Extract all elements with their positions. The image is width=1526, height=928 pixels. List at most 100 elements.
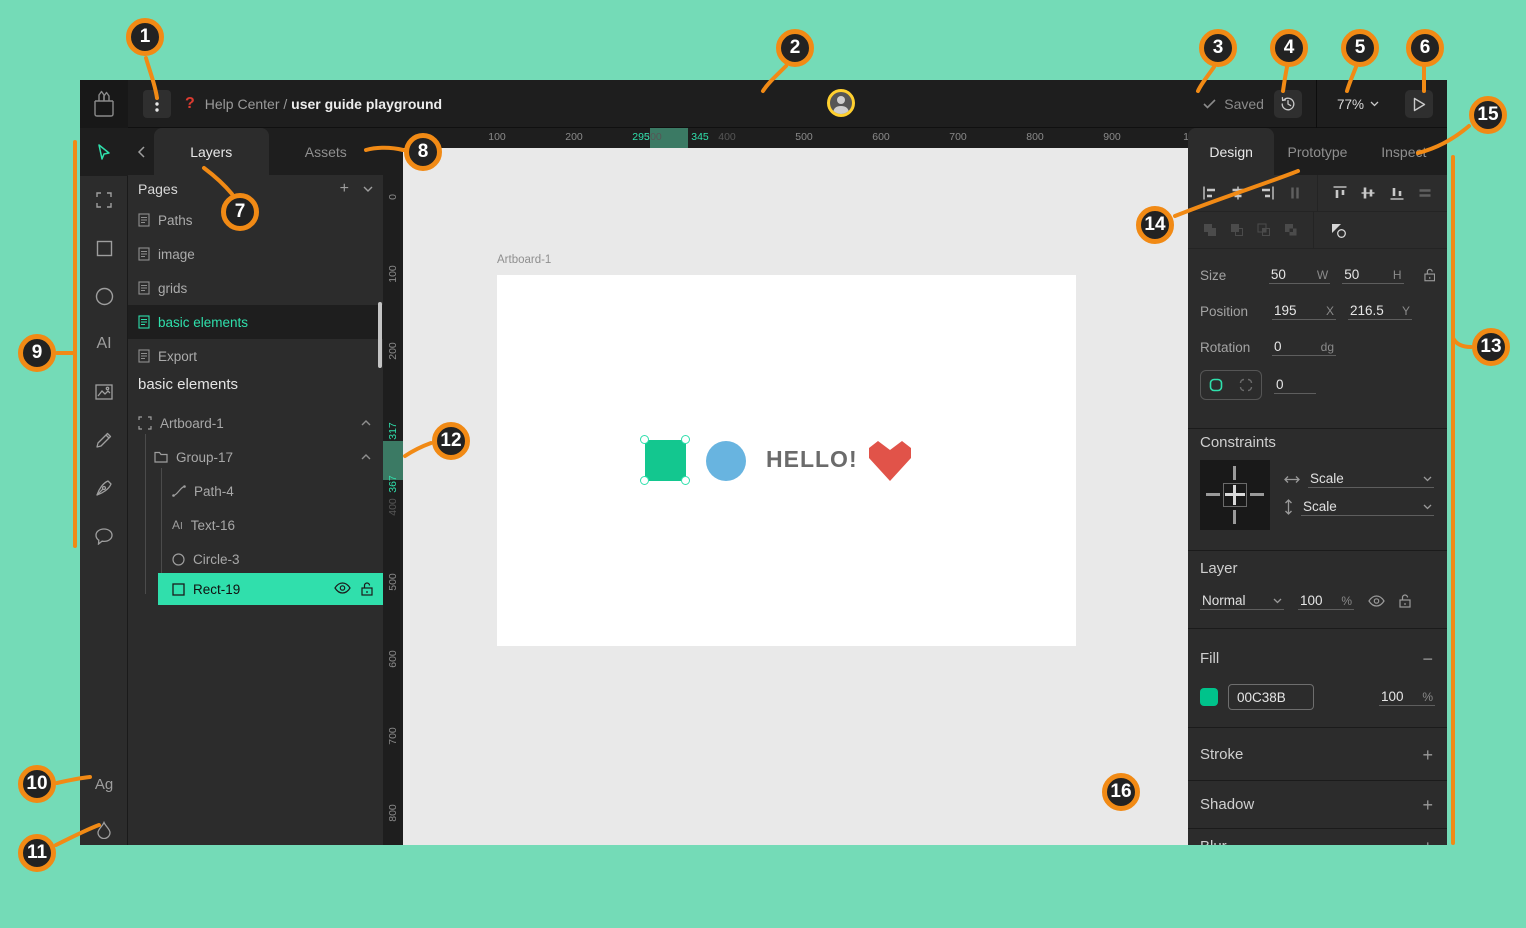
height-field[interactable]: 50H <box>1342 266 1403 284</box>
vertical-ruler[interactable]: 0100200400317367500600700800 <box>383 128 403 845</box>
align-top-icon[interactable] <box>1332 185 1348 201</box>
blend-mode-select[interactable]: Normal <box>1200 592 1284 610</box>
collapse-layer-button[interactable] <box>361 420 371 426</box>
collapse-layer-button[interactable] <box>361 454 371 460</box>
callout-10: 10 <box>18 765 56 803</box>
horizontal-constraint-select[interactable]: Scale <box>1308 470 1434 488</box>
layer-row-path[interactable]: Path-4 <box>128 474 383 508</box>
tool-text[interactable]: AI <box>80 320 128 368</box>
layer-row-text[interactable]: AI Text-16 <box>128 508 383 542</box>
layer-row-circle[interactable]: Circle-3 <box>128 542 383 576</box>
canvas-viewport[interactable]: Artboard-1 HELLO! 0100200400317367500600… <box>383 128 1188 845</box>
page-item-selected[interactable]: basic elements <box>128 305 383 339</box>
layer-visibility-icon[interactable] <box>1368 595 1385 607</box>
typography-icon: Ag <box>95 776 113 793</box>
avatar[interactable] <box>827 89 855 117</box>
help-indicator[interactable]: ? <box>185 95 195 113</box>
align-right-icon[interactable] <box>1259 185 1275 201</box>
circle-layer-icon <box>172 553 185 566</box>
align-bottom-icon[interactable] <box>1389 185 1405 201</box>
boolean-difference-icon[interactable] <box>1229 222 1245 238</box>
shape-heart[interactable] <box>867 439 913 483</box>
tool-select[interactable] <box>80 128 128 176</box>
layer-opacity-field[interactable]: 100% <box>1298 592 1354 610</box>
visibility-icon[interactable] <box>334 582 351 594</box>
tool-image[interactable] <box>80 368 128 416</box>
callout-3: 3 <box>1199 29 1237 67</box>
tool-rectangle[interactable] <box>80 224 128 272</box>
tool-comment[interactable] <box>80 512 128 560</box>
boolean-exclusion-icon[interactable] <box>1283 222 1299 238</box>
add-stroke-button[interactable]: + <box>1422 746 1433 764</box>
callout-1: 1 <box>126 18 164 56</box>
selection-handle[interactable] <box>640 476 649 485</box>
flatten-icon[interactable] <box>1330 222 1347 239</box>
typography-panel-button[interactable]: Ag <box>80 776 128 793</box>
fill-hex-field[interactable]: 00C38B <box>1228 684 1314 710</box>
rotation-field[interactable]: 0dg <box>1272 338 1336 356</box>
tool-pen[interactable] <box>80 464 128 512</box>
unlock-icon[interactable] <box>361 582 373 596</box>
distribute-horizontal-icon[interactable] <box>1287 185 1303 201</box>
remove-fill-button[interactable]: − <box>1422 650 1433 668</box>
color-palette-button[interactable] <box>80 821 128 839</box>
layer-row-rect-selected[interactable]: Rect-19 <box>158 573 383 605</box>
breadcrumb-section[interactable]: Help Center <box>205 96 280 112</box>
page-item[interactable]: Export <box>128 339 383 373</box>
artboard-name-label[interactable]: Artboard-1 <box>497 254 551 266</box>
x-position-field[interactable]: 195X <box>1272 302 1336 320</box>
pages-scrollbar[interactable] <box>378 302 382 368</box>
lock-proportions-icon[interactable] <box>1424 268 1435 282</box>
layer-row-artboard[interactable]: Artboard-1 <box>128 406 383 440</box>
add-page-button[interactable]: + <box>340 180 349 198</box>
align-left-icon[interactable] <box>1202 185 1218 201</box>
selection-handle[interactable] <box>681 435 690 444</box>
layer-row-group[interactable]: Group-17 <box>128 440 383 474</box>
align-center-vertical-icon[interactable] <box>1360 185 1376 201</box>
add-shadow-button[interactable]: + <box>1422 796 1433 814</box>
breadcrumb[interactable]: Help Center / user guide playground <box>205 96 442 112</box>
y-position-field[interactable]: 216.5Y <box>1348 302 1412 320</box>
main-menu-button[interactable] <box>143 90 171 118</box>
breadcrumb-file-name[interactable]: user guide playground <box>291 96 442 112</box>
callout-11: 11 <box>18 834 56 872</box>
shape-circle[interactable] <box>706 441 746 481</box>
radius-all-button[interactable] <box>1201 371 1231 399</box>
collapse-pages-button[interactable] <box>363 186 373 192</box>
radius-value-field[interactable]: 0 <box>1274 376 1316 394</box>
vertical-constraint-select[interactable]: Scale <box>1301 498 1434 516</box>
add-blur-button[interactable]: + <box>1422 838 1433 845</box>
fill-color-swatch[interactable] <box>1200 688 1218 706</box>
page-item[interactable]: image <box>128 237 383 271</box>
app-logo[interactable] <box>80 80 128 128</box>
tool-pencil[interactable] <box>80 416 128 464</box>
selection-handle[interactable] <box>681 476 690 485</box>
tab-layers[interactable]: Layers <box>154 128 269 175</box>
zoom-dropdown[interactable]: 77% <box>1321 97 1395 112</box>
tab-inspect[interactable]: Inspect <box>1361 128 1447 175</box>
collapse-panel-button[interactable] <box>128 128 154 175</box>
horizontal-ruler[interactable]: 10020030029534540050060070080090010 <box>383 128 1188 148</box>
constraints-widget[interactable] <box>1200 460 1270 530</box>
radius-single-button[interactable] <box>1231 371 1261 399</box>
tab-prototype[interactable]: Prototype <box>1274 128 1360 175</box>
layer-lock-icon[interactable] <box>1399 594 1411 608</box>
boolean-union-icon[interactable] <box>1202 222 1218 238</box>
fill-opacity-field[interactable]: 100% <box>1379 688 1435 706</box>
view-mode-button[interactable] <box>1405 90 1433 118</box>
selection-handle[interactable] <box>640 435 649 444</box>
tab-assets[interactable]: Assets <box>269 128 384 175</box>
distribute-vertical-icon[interactable] <box>1417 185 1433 201</box>
width-field[interactable]: 50W <box>1269 266 1330 284</box>
shape-text[interactable]: HELLO! <box>766 446 858 473</box>
tool-ellipse[interactable] <box>80 272 128 320</box>
tool-artboard[interactable] <box>80 176 128 224</box>
align-center-horizontal-icon[interactable] <box>1230 185 1246 201</box>
history-button[interactable] <box>1274 90 1302 118</box>
boolean-intersection-icon[interactable] <box>1256 222 1272 238</box>
tab-design[interactable]: Design <box>1188 128 1274 175</box>
page-item[interactable]: grids <box>128 271 383 305</box>
app-logo-icon <box>91 90 117 118</box>
shape-rectangle[interactable] <box>645 440 686 481</box>
callout-9: 9 <box>18 334 56 372</box>
